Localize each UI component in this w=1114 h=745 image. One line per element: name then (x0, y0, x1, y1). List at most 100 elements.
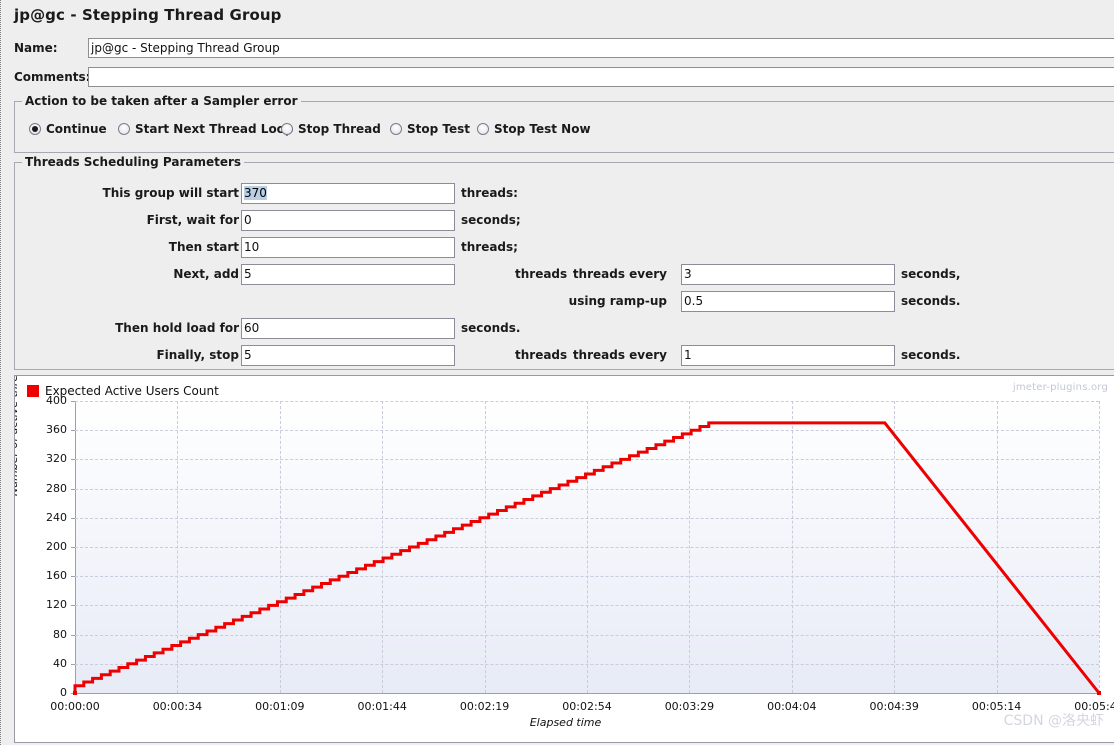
radio-continue[interactable]: Continue (29, 122, 107, 140)
increment-every-label: threads every (572, 267, 667, 281)
y-tick-mark (71, 547, 75, 548)
x-tick-label: 00:05:14 (971, 700, 1022, 713)
radio-start-next-thread-loop[interactable]: Start Next Thread Loop (118, 122, 294, 140)
y-tick-label: 280 (46, 481, 67, 495)
y-tick-label: 40 (53, 656, 67, 670)
y-tick-label: 160 (46, 569, 67, 583)
y-tick-label: 320 (46, 452, 67, 466)
field-row-total-threads: This group will start 370 threads: (15, 183, 1114, 205)
name-label: Name: (14, 41, 58, 55)
gridline-vertical (177, 401, 179, 693)
decrement-every-label: threads every (572, 348, 667, 362)
threads-scheduling-group-title: Threads Scheduling Parameters (22, 155, 245, 169)
x-tick-label: 00:04:04 (767, 700, 817, 713)
gridline-vertical (279, 401, 281, 693)
increment-every-suffix: seconds, (901, 267, 961, 281)
ramp-up-suffix: seconds. (901, 294, 961, 308)
y-tick-mark (71, 605, 75, 607)
radio-dot-icon (29, 123, 41, 135)
y-tick-label: 0 (60, 686, 67, 699)
gridline-vertical (689, 401, 691, 693)
field-row-ramp-up: using ramp-up 0.5 seconds. (15, 291, 1114, 313)
x-tick-label: 00:03:29 (664, 700, 715, 713)
name-input[interactable]: jp@gc - Stepping Thread Group (88, 38, 1114, 58)
total-threads-suffix: threads: (461, 186, 518, 200)
increment-label: Next, add (173, 267, 239, 281)
decrement-every-suffix: seconds. (901, 348, 961, 362)
increment-every-input[interactable]: 3 (681, 264, 895, 285)
stepping-thread-group-panel: jp@gc - Stepping Thread Group Name: jp@g… (0, 0, 1114, 745)
start-threads-input[interactable]: 10 (241, 237, 455, 258)
ramp-up-input[interactable]: 0.5 (681, 291, 895, 312)
decrement-input[interactable]: 5 (241, 345, 455, 366)
radio-dot-icon (281, 123, 293, 135)
name-row: Name: jp@gc - Stepping Thread Group (14, 38, 1114, 60)
sampler-error-group-title: Action to be taken after a Sampler error (22, 94, 301, 108)
initial-delay-suffix: seconds; (461, 213, 521, 227)
gridline-vertical (894, 401, 896, 693)
y-tick-label: 240 (46, 510, 67, 524)
x-tick-label: 00:02:54 (562, 700, 612, 713)
gridline-vertical (996, 401, 998, 693)
comments-label: Comments: (14, 70, 91, 84)
y-tick-mark (71, 634, 75, 636)
gridline-vertical (791, 401, 793, 693)
total-threads-value: 370 (244, 186, 267, 200)
comments-row: Comments: (14, 67, 1114, 89)
radio-dot-icon (118, 123, 130, 135)
x-axis-line (75, 693, 1099, 694)
sampler-error-group: Action to be taken after a Sampler error… (14, 94, 1114, 153)
y-tick-mark (71, 517, 75, 519)
increment-input[interactable]: 5 (241, 264, 455, 285)
x-tick-label: 00:05:49 (1074, 700, 1114, 713)
x-tick-label: 00:04:39 (869, 700, 919, 713)
initial-delay-label: First, wait for (146, 213, 239, 227)
radio-stop-thread-label: Stop Thread (298, 122, 381, 136)
radio-stop-thread[interactable]: Stop Thread (281, 122, 381, 140)
total-threads-input[interactable]: 370 (241, 183, 455, 204)
threads-scheduling-group: Threads Scheduling Parameters This group… (14, 155, 1114, 370)
field-row-initial-delay: First, wait for 0 seconds; (15, 210, 1114, 232)
x-tick-label: 00:00:00 (50, 700, 100, 713)
radio-start-next-thread-loop-label: Start Next Thread Loop (135, 122, 294, 136)
x-tick-label: 00:02:19 (459, 700, 510, 713)
total-threads-label: This group will start (102, 186, 239, 200)
hold-load-suffix: seconds. (461, 321, 521, 335)
ramp-up-label: using ramp-up (568, 294, 667, 308)
radio-stop-test-now[interactable]: Stop Test Now (477, 122, 591, 140)
start-threads-label: Then start (168, 240, 239, 254)
y-tick-mark (71, 693, 75, 694)
expected-active-users-chart: Expected Active Users Count jmeter-plugi… (14, 375, 1114, 743)
radio-dot-icon (390, 123, 402, 135)
radio-stop-test-now-label: Stop Test Now (494, 122, 591, 136)
x-tick-label: 00:01:09 (255, 700, 305, 713)
y-tick-mark (71, 488, 75, 490)
field-row-decrement: Finally, stop 5 threads threads every 1 … (15, 345, 1114, 367)
x-tick-label: 00:00:34 (152, 700, 203, 713)
y-tick-mark (71, 663, 75, 665)
y-tick-label: 120 (46, 598, 67, 612)
gridline-vertical (587, 401, 588, 693)
radio-stop-test[interactable]: Stop Test (390, 122, 470, 140)
jmeter-plugins-watermark: jmeter-plugins.org (1012, 382, 1108, 393)
y-tick-mark (71, 459, 75, 461)
y-axis-label: Number of active threads (14, 375, 20, 496)
gridline-vertical (1099, 401, 1100, 693)
y-tick-mark (71, 430, 75, 432)
y-tick-label: 400 (46, 394, 67, 407)
decrement-every-input[interactable]: 1 (681, 345, 895, 366)
x-axis-label: Elapsed time (529, 716, 602, 729)
gridline-vertical (484, 401, 486, 693)
gridline-vertical (382, 401, 384, 693)
comments-input[interactable] (88, 67, 1114, 87)
decrement-label: Finally, stop (156, 348, 239, 362)
initial-delay-input[interactable]: 0 (241, 210, 455, 231)
y-tick-mark (71, 576, 75, 578)
y-tick-mark (71, 401, 75, 402)
field-row-hold-load: Then hold load for 60 seconds. (15, 318, 1114, 340)
y-tick-label: 360 (46, 423, 67, 437)
hold-load-input[interactable]: 60 (241, 318, 455, 339)
start-threads-suffix: threads; (461, 240, 518, 254)
legend-label: Expected Active Users Count (45, 384, 219, 398)
radio-dot-icon (477, 123, 489, 135)
